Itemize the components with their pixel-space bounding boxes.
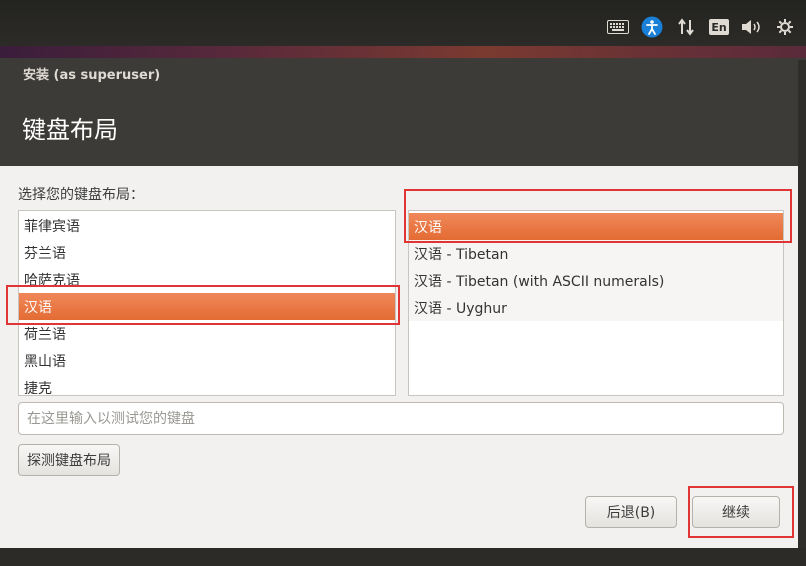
page-title: 键盘布局	[22, 116, 118, 144]
power-icon[interactable]	[774, 16, 796, 38]
page-header: 键盘布局	[0, 88, 806, 166]
window-title: 安装 (as superuser)	[23, 68, 161, 83]
bottom-bar	[0, 548, 806, 566]
language-item[interactable]: 捷克	[19, 374, 395, 396]
keyboard-test-input[interactable]	[18, 402, 784, 435]
language-item[interactable]: 黑山语	[19, 347, 395, 374]
network-icon[interactable]	[676, 16, 696, 38]
variant-item[interactable]: 汉语 - Tibetan (with ASCII numerals)	[409, 267, 783, 294]
language-item[interactable]: 菲律宾语	[19, 212, 395, 239]
window-edge	[798, 60, 806, 548]
keyboard-icon[interactable]	[606, 16, 630, 38]
back-button[interactable]: 后退(B)	[585, 496, 677, 528]
layout-prompt-label: 选择您的键盘布局：	[18, 187, 144, 203]
top-panel: En	[0, 0, 806, 46]
annotation-highlight-language	[6, 285, 400, 325]
language-indicator[interactable]: En	[708, 16, 730, 38]
annotation-highlight-variant	[404, 189, 792, 243]
variant-item[interactable]: 汉语 - Uyghur	[409, 294, 783, 321]
window-titlebar[interactable]: 安装 (as superuser)	[0, 58, 806, 88]
annotation-highlight-continue	[688, 486, 794, 538]
volume-icon[interactable]	[740, 16, 764, 38]
variant-item[interactable]: 汉语 - Tibetan	[409, 240, 783, 267]
accessibility-icon[interactable]	[640, 16, 664, 38]
detect-layout-button[interactable]: 探测键盘布局	[18, 444, 120, 476]
language-item[interactable]: 芬兰语	[19, 239, 395, 266]
